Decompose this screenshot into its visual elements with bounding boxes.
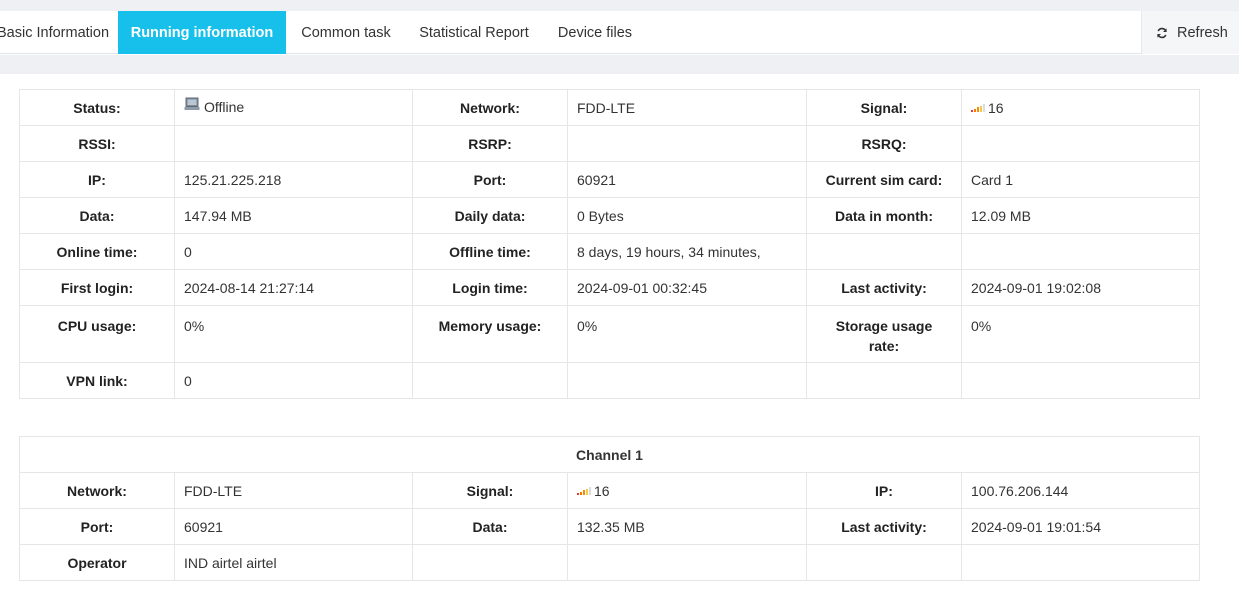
channel-last-activity-label: Last activity: [806,508,962,545]
channel-port-value: 60921 [174,508,413,545]
offline-time-value: 8 days, 19 hours, 34 minutes, [567,233,807,270]
empty-cell [806,233,962,270]
empty-cell [806,544,962,581]
table-row: Data: 147.94 MB Daily data: 0 Bytes Data… [19,197,1200,234]
status-label: Status: [19,89,175,126]
last-activity-value: 2024-09-01 19:02:08 [961,269,1200,306]
rssi-value [174,125,413,162]
tab-common-task[interactable]: Common task [291,11,401,54]
tab-running-information[interactable]: Running information [118,11,286,54]
port-value: 60921 [567,161,807,198]
operator-label: Operator [19,544,175,581]
tab-device-files[interactable]: Device files [550,11,640,54]
signal-bars-icon [577,486,591,495]
login-time-label: Login time: [412,269,568,306]
signal-bars-icon [971,103,985,112]
running-info-table: Status: Offline Network: FDD-LTE Signal:… [19,89,1200,399]
network-label: Network: [412,89,568,126]
month-data-label: Data in month: [806,197,962,234]
channel-ip-label: IP: [806,472,962,509]
network-value: FDD-LTE [567,89,807,126]
storage-usage-value: 0% [961,305,1200,363]
channel-title: Channel 1 [19,436,1200,473]
table-row: RSSI: RSRP: RSRQ: [19,125,1200,162]
data-label: Data: [19,197,175,234]
channel-last-activity-value: 2024-09-01 19:01:54 [961,508,1200,545]
channel-network-value: FDD-LTE [174,472,413,509]
section-divider [0,55,1239,74]
first-login-value: 2024-08-14 21:27:14 [174,269,413,306]
empty-cell [567,362,807,399]
port-label: Port: [412,161,568,198]
refresh-icon [1157,27,1167,39]
channel-signal-label: Signal: [412,472,568,509]
rsrq-value [961,125,1200,162]
table-row: IP: 125.21.225.218 Port: 60921 Current s… [19,161,1200,198]
refresh-label: Refresh [1177,25,1228,41]
empty-cell [567,544,807,581]
ip-value: 125.21.225.218 [174,161,413,198]
signal-label: Signal: [806,89,962,126]
table-row: Operator IND airtel airtel [19,544,1200,581]
channel-data-value: 132.35 MB [567,508,807,545]
sim-card-value: Card 1 [961,161,1200,198]
channel-table: Channel 1 Network: FDD-LTE Signal: 16 IP… [19,436,1200,581]
rssi-label: RSSI: [19,125,175,162]
table-row: Port: 60921 Data: 132.35 MB Last activit… [19,508,1200,545]
offline-time-label: Offline time: [412,233,568,270]
computer-icon [184,97,200,114]
table-row: Channel 1 [19,436,1200,473]
empty-cell [412,362,568,399]
channel-network-label: Network: [19,472,175,509]
empty-cell [412,544,568,581]
daily-data-value: 0 Bytes [567,197,807,234]
cpu-usage-label: CPU usage: [19,305,175,363]
signal-value: 16 [988,99,1004,116]
channel-signal-value: 16 [594,482,610,499]
empty-cell [806,362,962,399]
table-row: First login: 2024-08-14 21:27:14 Login t… [19,269,1200,306]
status-value-cell: Offline [174,89,413,126]
last-activity-label: Last activity: [806,269,962,306]
tab-basic-information[interactable]: Basic Information [0,11,116,54]
vpn-link-label: VPN link: [19,362,175,399]
signal-value-cell: 16 [961,89,1200,126]
memory-usage-label: Memory usage: [412,305,568,363]
channel-port-label: Port: [19,508,175,545]
memory-usage-value: 0% [567,305,807,363]
channel-signal-value-cell: 16 [567,472,807,509]
daily-data-label: Daily data: [412,197,568,234]
operator-value: IND airtel airtel [174,544,413,581]
vpn-link-value: 0 [174,362,413,399]
rsrp-label: RSRP: [412,125,568,162]
cpu-usage-value: 0% [174,305,413,363]
channel-ip-value: 100.76.206.144 [961,472,1200,509]
status-value: Offline [204,98,245,115]
channel-data-label: Data: [412,508,568,545]
month-data-value: 12.09 MB [961,197,1200,234]
first-login-label: First login: [19,269,175,306]
empty-cell [961,233,1200,270]
table-row: Online time: 0 Offline time: 8 days, 19 … [19,233,1200,270]
sim-card-label: Current sim card: [806,161,962,198]
storage-usage-label: Storage usage rate: [806,305,962,363]
rsrp-value [567,125,807,162]
refresh-button[interactable]: Refresh [1141,11,1239,54]
table-row: CPU usage: 0% Memory usage: 0% Storage u… [19,305,1200,363]
online-time-label: Online time: [19,233,175,270]
top-strip [0,0,1239,11]
tab-bar: Basic Information Running information Co… [0,11,1239,54]
table-row: Status: Offline Network: FDD-LTE Signal:… [19,89,1200,126]
data-value: 147.94 MB [174,197,413,234]
login-time-value: 2024-09-01 00:32:45 [567,269,807,306]
tab-statistical-report[interactable]: Statistical Report [410,11,538,54]
empty-cell [961,362,1200,399]
rsrq-label: RSRQ: [806,125,962,162]
empty-cell [961,544,1200,581]
online-time-value: 0 [174,233,413,270]
table-row: Network: FDD-LTE Signal: 16 IP: 100.76.2… [19,472,1200,509]
table-row: VPN link: 0 [19,362,1200,399]
ip-label: IP: [19,161,175,198]
